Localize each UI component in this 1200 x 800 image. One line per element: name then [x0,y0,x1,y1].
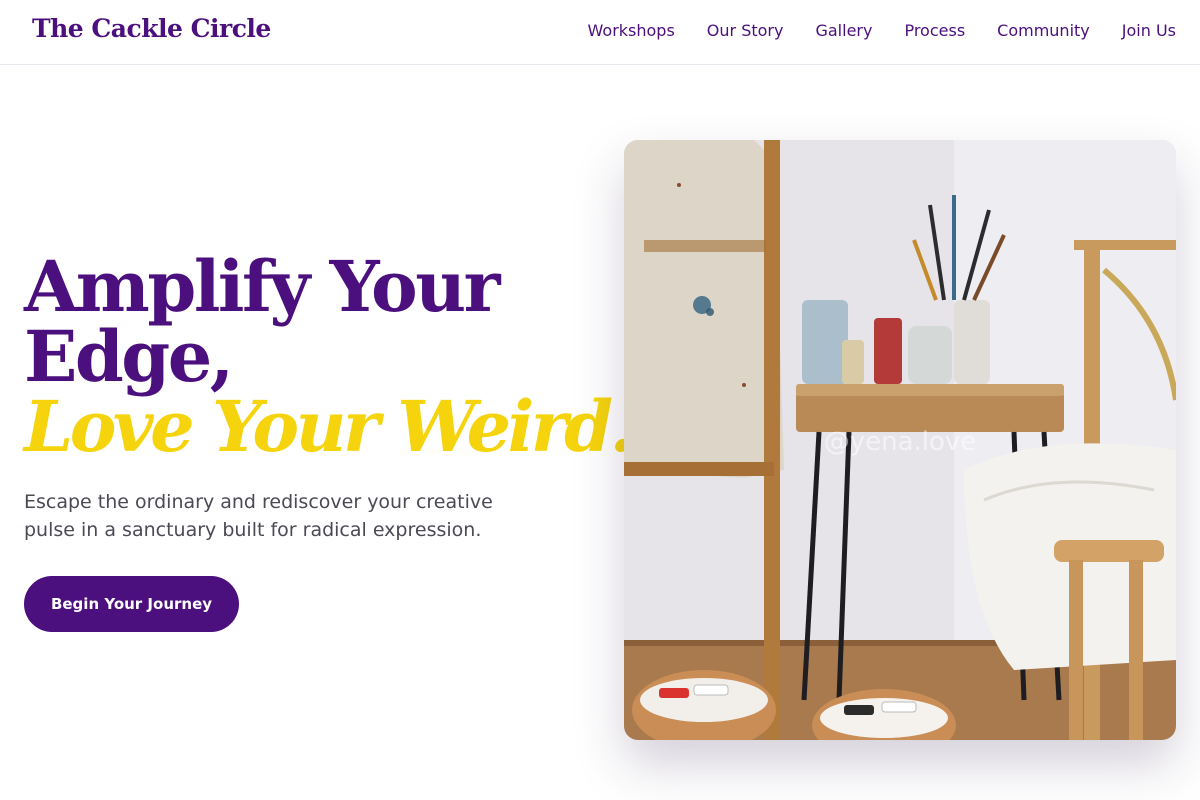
nav-link-gallery[interactable]: Gallery [815,21,872,40]
hero-image: @yena.love [624,140,1176,740]
nav-link-our-story[interactable]: Our Story [707,21,784,40]
main-nav: Workshops Our Story Gallery Process Comm… [588,21,1176,40]
nav-link-join-us[interactable]: Join Us [1122,21,1176,40]
hero-title-line-2: Edge, [24,315,234,398]
hero-subtitle: Escape the ordinary and rediscover your … [24,491,493,541]
hero-title: Amplify Your Edge, Love Your Weird. [24,245,634,468]
site-header: The Cackle Circle Workshops Our Story Ga… [0,0,1200,65]
hero-title-accent: Love Your Weird. [24,385,634,468]
brand-logo[interactable]: The Cackle Circle [32,14,271,43]
image-watermark: @yena.love [824,427,977,457]
studio-photo: @yena.love [624,140,1176,740]
begin-journey-button[interactable]: Begin Your Journey [24,576,239,632]
hero-title-line-1: Amplify Your [24,245,501,328]
nav-link-workshops[interactable]: Workshops [588,21,675,40]
nav-link-process[interactable]: Process [904,21,965,40]
nav-link-community[interactable]: Community [997,21,1090,40]
